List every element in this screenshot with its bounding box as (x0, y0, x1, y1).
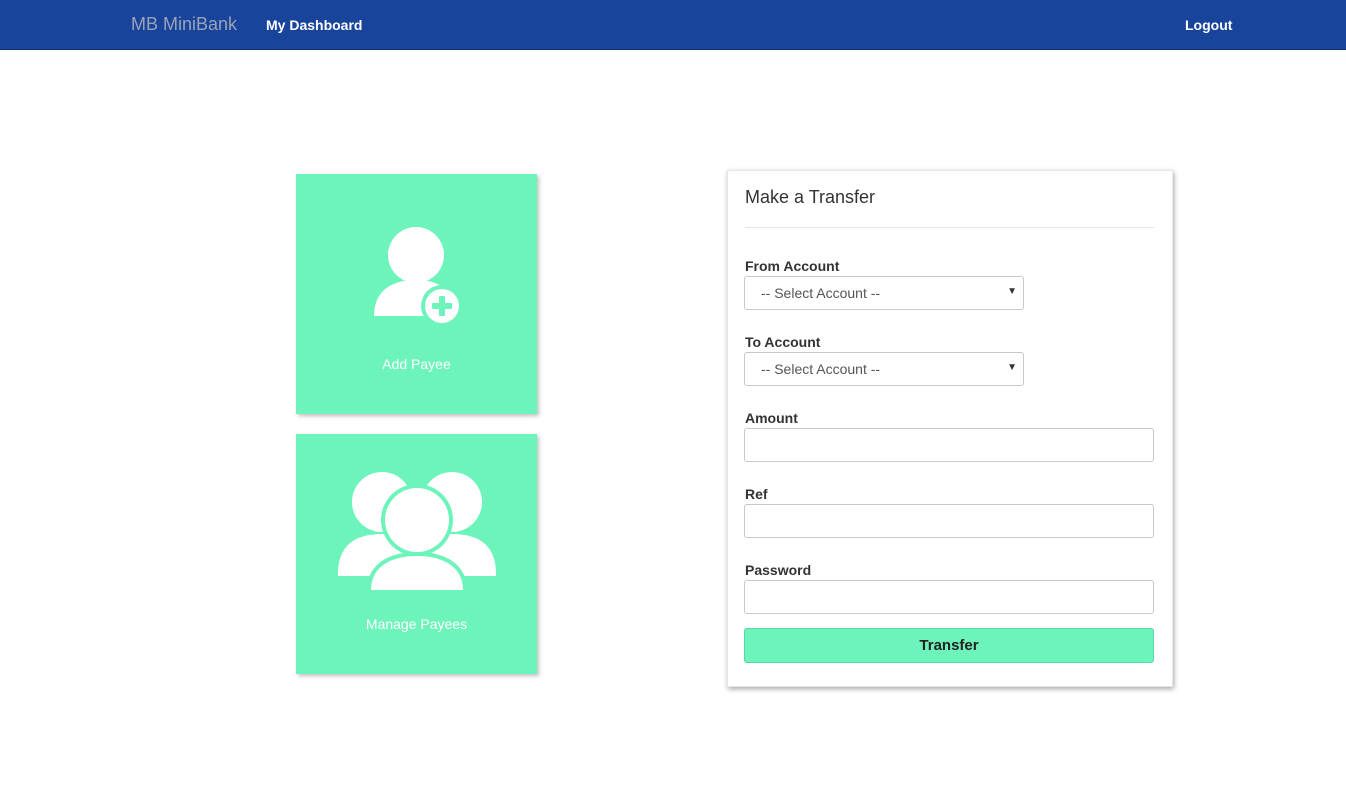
ref-label: Ref (745, 486, 768, 502)
amount-label: Amount (745, 410, 798, 426)
top-navbar: MB MiniBank My Dashboard Logout (0, 0, 1346, 50)
transfer-button[interactable]: Transfer (744, 628, 1154, 663)
password-input[interactable] (744, 580, 1154, 614)
to-account-select[interactable]: -- Select Account -- ▼ (744, 352, 1024, 386)
add-payee-label: Add Payee (382, 356, 451, 372)
from-account-selected-value: -- Select Account -- (761, 285, 881, 301)
add-user-icon (374, 227, 463, 327)
manage-payees-tile[interactable]: Manage Payees (296, 434, 537, 674)
my-dashboard-link[interactable]: My Dashboard (266, 17, 362, 33)
ref-input[interactable] (744, 504, 1154, 538)
brand-logo-link[interactable]: MB MiniBank (131, 14, 237, 35)
amount-input[interactable] (744, 428, 1154, 462)
chevron-down-icon: ▼ (1007, 286, 1017, 297)
from-account-select[interactable]: -- Select Account -- ▼ (744, 276, 1024, 310)
panel-divider (745, 227, 1154, 228)
users-group-icon (338, 472, 496, 594)
transfer-panel: Make a Transfer From Account -- Select A… (727, 170, 1173, 687)
to-account-selected-value: -- Select Account -- (761, 361, 881, 377)
chevron-down-icon: ▼ (1007, 362, 1017, 373)
logout-link[interactable]: Logout (1185, 17, 1232, 33)
panel-title: Make a Transfer (745, 187, 876, 207)
password-label: Password (745, 562, 812, 578)
manage-payees-label: Manage Payees (365, 616, 468, 632)
add-payee-tile[interactable]: Add Payee (296, 174, 537, 414)
to-account-label: To Account (745, 334, 821, 350)
from-account-label: From Account (745, 258, 840, 274)
